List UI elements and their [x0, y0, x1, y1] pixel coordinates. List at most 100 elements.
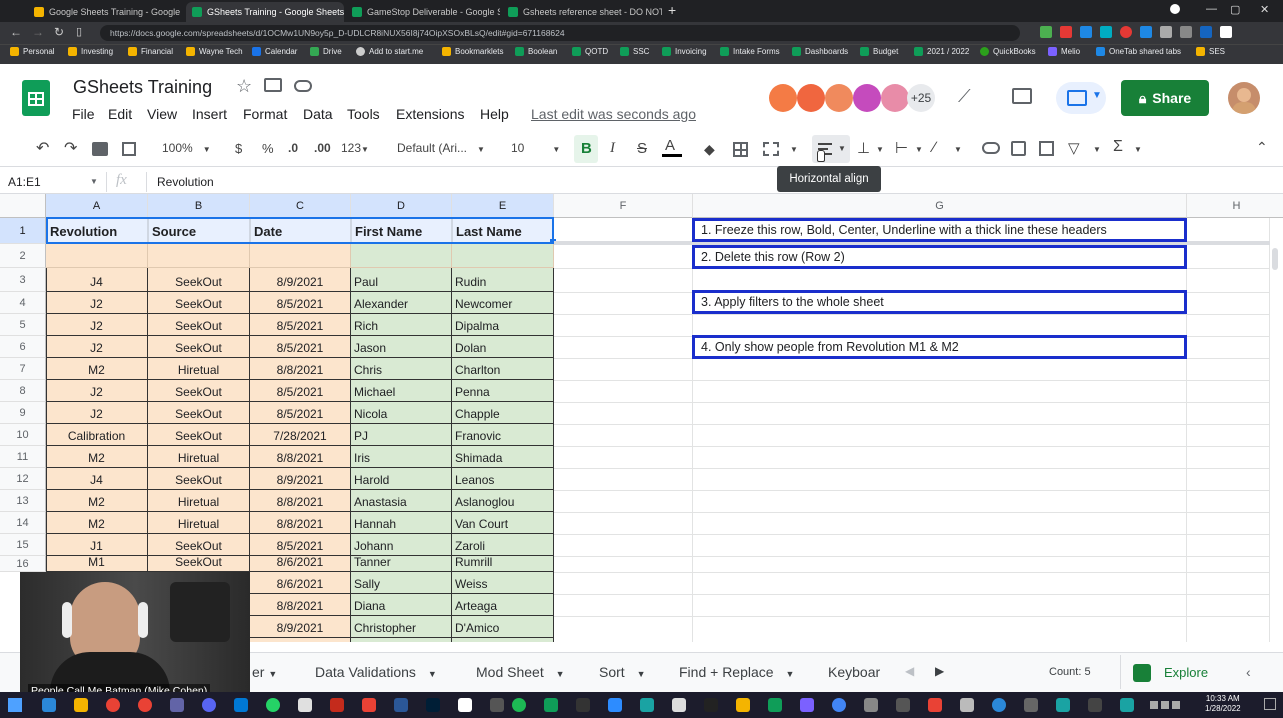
row-header[interactable]: 14	[0, 512, 46, 534]
taskbar-app-icon[interactable]	[234, 698, 248, 712]
collaborator-avatar[interactable]	[881, 84, 909, 112]
text-rotation-icon[interactable]: ∕	[933, 139, 936, 156]
data-cell[interactable]: J2	[46, 292, 148, 314]
spotify-icon[interactable]	[512, 698, 526, 712]
data-cell[interactable]: Michael	[351, 380, 452, 402]
taskbar-app-icon[interactable]	[832, 698, 846, 712]
taskbar-app-icon[interactable]	[330, 698, 344, 712]
bookmark-melio[interactable]: Melio	[1048, 47, 1080, 56]
explore-icon[interactable]	[1133, 664, 1151, 682]
extension-icon[interactable]	[1180, 26, 1192, 38]
bookmark-onetab[interactable]: OneTab shared tabs	[1096, 47, 1181, 56]
maximize-icon[interactable]: ▢	[1230, 3, 1240, 16]
comments-icon[interactable]	[1012, 88, 1032, 104]
data-cell[interactable]: Iris	[351, 446, 452, 468]
sheet-tab-mod-sheet[interactable]: Mod Sheet ▼	[476, 664, 565, 680]
data-cell[interactable]: SeekOut	[148, 314, 250, 336]
bookmark-calendar[interactable]: Calendar	[252, 47, 297, 56]
taskbar-app-icon[interactable]	[672, 698, 686, 712]
puzzle-icon[interactable]	[1160, 26, 1172, 38]
window-close-icon[interactable]: ✕	[1260, 3, 1269, 16]
taskbar-app-icon[interactable]	[992, 698, 1006, 712]
chrome-icon[interactable]	[106, 698, 120, 712]
data-cell[interactable]: Van Court	[452, 512, 554, 534]
data-cell[interactable]: SeekOut	[148, 402, 250, 424]
reload-icon[interactable]: ↻	[54, 25, 64, 39]
extension-icon[interactable]	[1140, 26, 1152, 38]
extension-icon[interactable]	[1060, 26, 1072, 38]
data-cell[interactable]: SeekOut	[148, 534, 250, 556]
text-wrapping-icon[interactable]: ⊢	[895, 139, 908, 157]
chevron-down-icon[interactable]: ▼	[1134, 145, 1142, 154]
sheets-logo-icon[interactable]	[22, 80, 50, 116]
font-size-select[interactable]: 10 ▼	[511, 141, 560, 155]
row-header[interactable]: 9	[0, 402, 46, 424]
bookmark-intake-forms[interactable]: Intake Forms	[720, 47, 780, 56]
insert-chart-icon[interactable]	[1039, 141, 1054, 156]
clock[interactable]: 10:33 AM 1/28/2022	[1205, 694, 1241, 714]
collaborator-avatar[interactable]	[825, 84, 853, 112]
data-cell[interactable]: Chris	[351, 358, 452, 380]
scroll-tabs-left-icon[interactable]: ◀	[905, 664, 914, 678]
taskbar-app-icon[interactable]	[1024, 698, 1038, 712]
font-select[interactable]: Default (Ari... ▼	[397, 141, 485, 155]
data-cell[interactable]: M2	[46, 490, 148, 512]
data-cell[interactable]: J1	[46, 534, 148, 556]
paint-format-icon[interactable]	[122, 142, 136, 156]
collaborator-avatar[interactable]	[769, 84, 797, 112]
bookmark-personal[interactable]: Personal	[10, 47, 55, 56]
bookmark-invoicing[interactable]: Invoicing	[662, 47, 707, 56]
data-cell[interactable]	[250, 244, 351, 268]
chrome-icon[interactable]	[138, 698, 152, 712]
data-cell[interactable]: 8/5/2021	[250, 336, 351, 358]
extension-icon[interactable]	[1080, 26, 1092, 38]
data-cell[interactable]: M2	[46, 446, 148, 468]
bookmark-dashboards[interactable]: Dashboards	[792, 47, 848, 56]
data-cell[interactable]: Charlton	[452, 358, 554, 380]
taskbar-app-icon[interactable]	[170, 698, 184, 712]
browser-tab[interactable]: GameStop Deliverable - Google Sheets✕	[346, 2, 500, 22]
filter-icon[interactable]: ▽	[1068, 139, 1080, 157]
data-cell[interactable]: SeekOut	[148, 424, 250, 446]
data-cell[interactable]: M2	[46, 358, 148, 380]
data-cell[interactable]: Rumrill	[452, 556, 554, 572]
bookmark-bookmarklets[interactable]: Bookmarklets	[442, 47, 503, 56]
row-header[interactable]: 15	[0, 534, 46, 556]
row-header[interactable]: 11	[0, 446, 46, 468]
data-cell[interactable]: Shimada	[452, 446, 554, 468]
column-header-e[interactable]: E	[452, 194, 554, 218]
data-cell[interactable]: Leanos	[452, 468, 554, 490]
bookmark-budget[interactable]: Budget	[860, 47, 898, 56]
data-cell[interactable]: 7/28/2021	[250, 424, 351, 446]
collaborator-avatar[interactable]	[797, 84, 825, 112]
taskbar-app-icon[interactable]	[736, 698, 750, 712]
menu-tools[interactable]: Tools	[347, 106, 380, 122]
extension-icon[interactable]	[1220, 26, 1232, 38]
bookmark-ses[interactable]: SES	[1196, 47, 1225, 56]
text-color-button[interactable]: A	[662, 137, 682, 157]
menu-insert[interactable]: Insert	[192, 106, 227, 122]
taskbar-app-icon[interactable]	[768, 698, 782, 712]
formula-input[interactable]: Revolution	[157, 175, 214, 189]
system-tray[interactable]	[1150, 696, 1200, 714]
data-cell[interactable]: D'Amico	[452, 616, 554, 638]
data-cell[interactable]: Hiretual	[148, 446, 250, 468]
currency-format-button[interactable]: $	[235, 141, 242, 156]
data-cell[interactable]: Aslanoglou	[452, 490, 554, 512]
functions-icon[interactable]: Σ	[1113, 138, 1123, 156]
data-cell[interactable]: Alexander	[351, 292, 452, 314]
data-cell[interactable]	[452, 244, 554, 268]
data-cell[interactable]: J4	[46, 268, 148, 292]
row-header[interactable]: 2	[0, 244, 46, 268]
zoom-select[interactable]: 100% ▼	[162, 141, 211, 155]
instruction-box[interactable]: 2. Delete this row (Row 2)	[692, 245, 1187, 269]
data-cell[interactable]: 8/5/2021	[250, 292, 351, 314]
data-cell[interactable]: Christopher	[351, 616, 452, 638]
taskbar-app-icon[interactable]	[576, 698, 590, 712]
collapse-toolbar-icon[interactable]: ⌃	[1256, 139, 1268, 156]
document-title[interactable]: GSheets Training	[73, 77, 212, 98]
data-cell[interactable]: 8/8/2021	[250, 446, 351, 468]
data-cell[interactable]: J4	[46, 468, 148, 490]
data-cell[interactable]	[148, 244, 250, 268]
sheet-tab-data-validations[interactable]: Data Validations ▼	[315, 664, 437, 680]
